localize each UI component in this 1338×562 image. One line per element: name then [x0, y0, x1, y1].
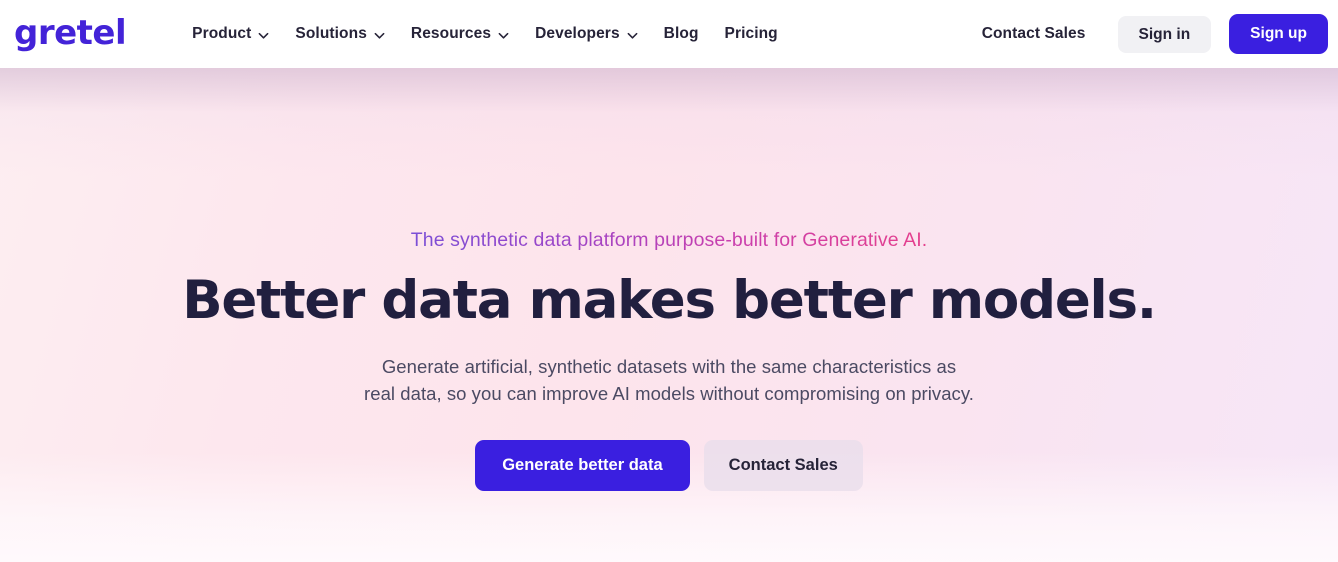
- hero-content: The synthetic data platform purpose-buil…: [0, 68, 1338, 492]
- hero-subheading-line-1: Generate artificial, synthetic datasets …: [381, 355, 957, 377]
- hero-section: The synthetic data platform purpose-buil…: [0, 68, 1338, 562]
- sign-in-button[interactable]: Sign in: [1117, 15, 1212, 53]
- nav-item-resources[interactable]: Resources: [398, 17, 522, 51]
- nav-item-label: Blog: [663, 25, 699, 42]
- nav-item-developers[interactable]: Developers: [522, 17, 651, 51]
- chevron-down-icon: [627, 30, 638, 41]
- main-navigation: Product Solutions Resources Developers B…: [179, 17, 791, 51]
- hero-eyebrow: The synthetic data platform purpose-buil…: [411, 228, 928, 253]
- sign-up-button[interactable]: Sign up: [1229, 14, 1328, 54]
- generate-better-data-button[interactable]: Generate better data: [475, 440, 690, 492]
- logo-wordmark: gretel: [14, 13, 127, 53]
- nav-item-label: Solutions: [295, 25, 367, 42]
- page-title: Better data makes better models.: [182, 270, 1157, 332]
- hero-eyebrow-wrap: The synthetic data platform purpose-buil…: [0, 228, 1338, 253]
- chevron-down-icon: [498, 30, 509, 41]
- nav-item-label: Pricing: [724, 25, 778, 42]
- nav-item-label: Product: [192, 25, 252, 42]
- hero-subheading: Generate artificial, synthetic datasets …: [0, 353, 1338, 408]
- hero-subheading-line-2: real data, so you can improve AI models …: [364, 382, 974, 404]
- chevron-down-icon: [258, 30, 269, 41]
- nav-item-blog[interactable]: Blog: [651, 17, 712, 51]
- hero-contact-sales-button[interactable]: Contact Sales: [703, 440, 863, 492]
- chevron-down-icon: [374, 30, 385, 41]
- nav-item-pricing[interactable]: Pricing: [712, 17, 791, 51]
- nav-item-label: Developers: [535, 25, 620, 42]
- nav-item-solutions[interactable]: Solutions: [282, 17, 398, 51]
- header-actions: Contact Sales Sign in Sign up: [970, 14, 1328, 54]
- site-header: gretel Product Solutions Resources Devel…: [0, 0, 1338, 68]
- nav-item-product[interactable]: Product: [179, 17, 282, 51]
- nav-item-label: Resources: [410, 25, 492, 42]
- landing-page: gretel Product Solutions Resources Devel…: [0, 0, 1338, 562]
- header-contact-sales-link[interactable]: Contact Sales: [970, 17, 1098, 51]
- gretel-logo[interactable]: gretel: [14, 13, 127, 53]
- hero-cta-row: Generate better data Contact Sales: [0, 440, 1338, 492]
